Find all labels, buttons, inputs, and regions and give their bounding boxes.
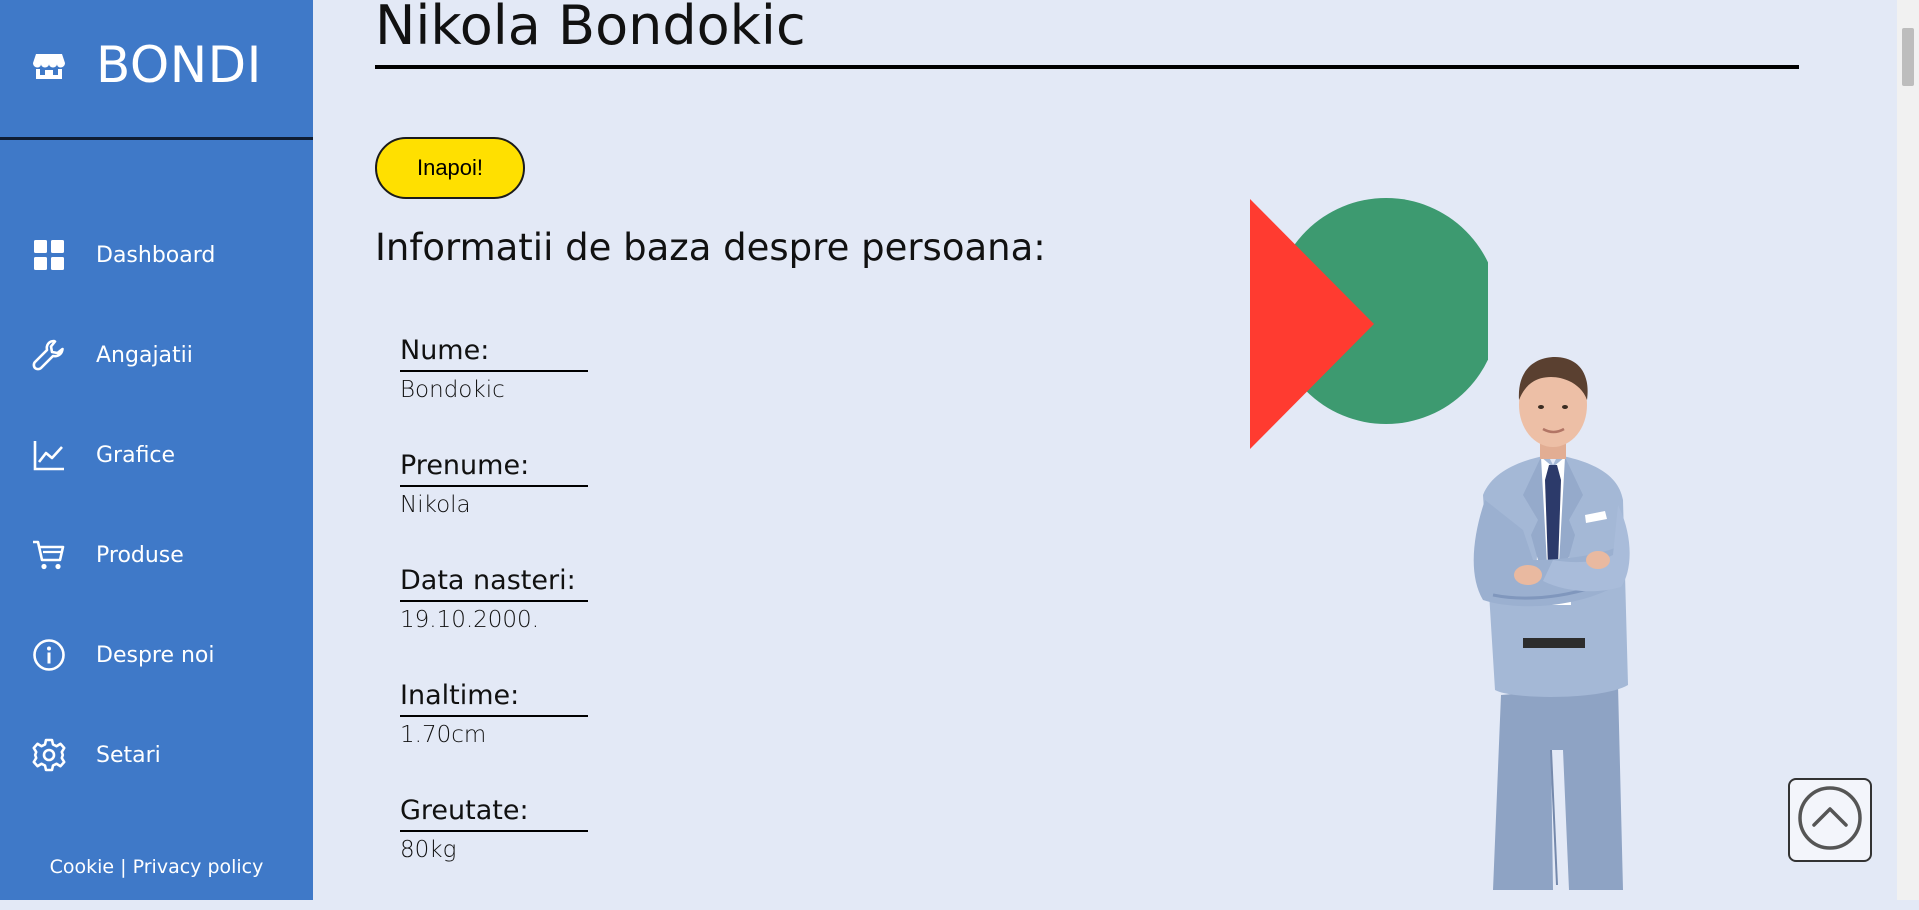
sidebar-item-produse[interactable]: Produse — [0, 505, 313, 605]
cart-icon — [32, 538, 66, 572]
sidebar-item-label: Grafice — [96, 442, 176, 468]
back-button[interactable]: Inapoi! — [375, 137, 525, 199]
info-field-greutate: Greutate: 80kg — [400, 795, 590, 910]
field-label: Inaltime: — [400, 680, 588, 717]
privacy-policy-link[interactable]: Privacy policy — [133, 856, 264, 878]
info-field-prenume: Prenume: Nikola — [400, 450, 590, 565]
scrollbar-thumb[interactable] — [1902, 28, 1914, 86]
sidebar-item-despre-noi[interactable]: Despre noi — [0, 605, 313, 705]
sidebar-item-setari[interactable]: Setari — [0, 705, 313, 805]
brand[interactable]: BONDI — [0, 0, 313, 140]
wrench-icon — [32, 338, 66, 372]
sidebar-item-label: Dashboard — [96, 242, 216, 268]
sidebar-item-label: Angajatii — [96, 342, 193, 368]
sidebar-item-label: Despre noi — [96, 642, 215, 668]
field-value: 19.10.2000. — [400, 607, 539, 633]
store-icon — [32, 48, 66, 82]
sidebar-item-angajatii[interactable]: Angajatii — [0, 305, 313, 405]
field-value: Bondokic — [400, 377, 505, 403]
info-field-inaltime: Inaltime: 1.70cm — [400, 680, 590, 795]
chevron-up-circle-icon — [1797, 785, 1863, 855]
info-icon — [32, 638, 66, 672]
main-content: Nikola Bondokic Inapoi! Informatii de ba… — [313, 0, 1897, 900]
scroll-to-top-button[interactable] — [1788, 778, 1872, 862]
info-field-data-nasteri: Data nasteri: 19.10.2000. — [400, 565, 590, 680]
info-field-nume: Nume: Bondokic — [400, 335, 590, 450]
field-label: Nume: — [400, 335, 588, 372]
person-info: Nume: Bondokic Prenume: Nikola Data nast… — [400, 335, 590, 910]
footer-links: Cookie | Privacy policy — [0, 856, 313, 878]
gear-icon — [32, 738, 66, 772]
sidebar-item-label: Setari — [96, 742, 161, 768]
cookie-link[interactable]: Cookie — [50, 856, 115, 878]
sidebar-item-label: Produse — [96, 542, 184, 568]
field-value: 1.70cm — [400, 722, 487, 748]
person-photo — [1423, 355, 1673, 894]
brand-name: BONDI — [96, 35, 262, 94]
sidebar-item-grafice[interactable]: Grafice — [0, 405, 313, 505]
sidebar-nav: Dashboard Angajatii Grafice Produse Desp… — [0, 205, 313, 805]
page-title: Nikola Bondokic — [375, 0, 1799, 69]
field-value: Nikola — [400, 492, 471, 518]
vertical-scrollbar[interactable] — [1897, 0, 1919, 900]
section-title: Informatii de baza despre persoana: — [375, 226, 1046, 269]
sidebar-item-dashboard[interactable]: Dashboard — [0, 205, 313, 305]
sidebar: BONDI Dashboard Angajatii Grafice Produs… — [0, 0, 313, 900]
field-value: 80kg — [400, 837, 457, 863]
field-label: Prenume: — [400, 450, 588, 487]
field-label: Data nasteri: — [400, 565, 588, 602]
line-chart-icon — [32, 438, 66, 472]
field-label: Greutate: — [400, 795, 588, 832]
dashboard-grid-icon — [32, 238, 66, 272]
footer-separator: | — [114, 856, 133, 878]
